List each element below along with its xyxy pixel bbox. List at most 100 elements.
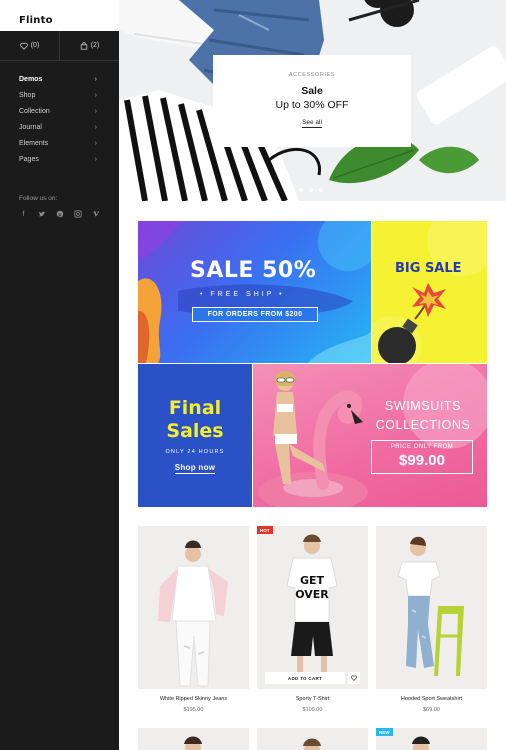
product-price: $69.00 bbox=[423, 707, 440, 713]
orders-pill: FOR ORDERS FROM $200 bbox=[192, 307, 318, 322]
chevron-right-icon: › bbox=[94, 155, 97, 163]
nav-label: Collection bbox=[19, 107, 50, 115]
hero-title: Sale bbox=[301, 85, 323, 97]
final-line-1: Final bbox=[168, 397, 222, 419]
instagram-icon[interactable] bbox=[73, 209, 82, 218]
hero-eyebrow: ACCESSORIES bbox=[288, 72, 336, 78]
sale-headline: SALE 50% bbox=[190, 258, 317, 283]
price-label: PRICE ONLY FROM bbox=[390, 444, 454, 450]
swim-line-1: SWIMSUITS bbox=[384, 399, 462, 413]
product-price: $195.00 bbox=[183, 707, 204, 713]
product-photo bbox=[257, 728, 368, 750]
bag-icon bbox=[80, 41, 87, 50]
nav-item-pages[interactable]: Pages › bbox=[0, 151, 119, 167]
logo-bar: Flinto bbox=[0, 0, 119, 31]
product-card[interactable]: Hooded Sport Sweatshirt $69.00 bbox=[376, 526, 487, 713]
wishlist-heart-button[interactable] bbox=[348, 672, 360, 684]
nav-item-elements[interactable]: Elements › bbox=[0, 135, 119, 151]
svg-text:p: p bbox=[58, 212, 61, 217]
slider-dot[interactable] bbox=[299, 188, 303, 192]
product-image[interactable] bbox=[138, 728, 249, 750]
new-badge: NEW bbox=[376, 728, 393, 736]
price-value: $99.00 bbox=[399, 452, 445, 469]
product-card[interactable]: NEW bbox=[376, 728, 487, 750]
see-all-link[interactable]: See all bbox=[302, 119, 322, 128]
product-name[interactable]: Hooded Sport Sweatshirt bbox=[376, 696, 487, 702]
nav-label: Journal bbox=[19, 123, 42, 131]
product-card[interactable]: GET OVER HOT ADD TO CART Sporty T-Shirt … bbox=[257, 526, 368, 713]
slider-dot[interactable] bbox=[319, 188, 323, 192]
nav-label: Shop bbox=[19, 91, 36, 99]
hero-slider: ACCESSORIES Sale Up to 30% OFF See all bbox=[119, 0, 506, 201]
hero-subtitle: Up to 30% OFF bbox=[275, 99, 349, 111]
product-card[interactable] bbox=[138, 728, 249, 750]
add-to-cart-button[interactable]: ADD TO CART bbox=[265, 672, 345, 684]
swim-line-2: COLLECTIONS bbox=[375, 417, 471, 432]
final-sales-title: Final Sales bbox=[138, 397, 252, 443]
product-image[interactable] bbox=[138, 526, 249, 689]
cart-bar: ADD TO CART bbox=[265, 672, 360, 684]
slider-dots bbox=[299, 188, 323, 192]
cart-button[interactable]: (2) bbox=[60, 31, 119, 60]
big-sale-banner[interactable]: BIG SALE bbox=[372, 221, 487, 363]
nav-item-demos[interactable]: Demos › bbox=[0, 71, 119, 87]
product-photo bbox=[138, 728, 249, 750]
chevron-right-icon: › bbox=[94, 123, 97, 131]
big-sale-headline: BIG SALE bbox=[395, 261, 462, 276]
nav-item-shop[interactable]: Shop › bbox=[0, 87, 119, 103]
product-photo bbox=[376, 728, 487, 750]
chevron-right-icon: › bbox=[94, 91, 97, 99]
svg-text:OVER: OVER bbox=[295, 588, 329, 601]
hours-text: ONLY 24 HOURS bbox=[165, 448, 225, 455]
final-line-2: Sales bbox=[166, 419, 224, 442]
product-name[interactable]: Sporty T-Shirt bbox=[257, 696, 368, 702]
shop-now-link[interactable]: Shop now bbox=[174, 463, 216, 474]
product-name[interactable]: White Ripped Skinny Jeans bbox=[138, 696, 249, 702]
vimeo-icon[interactable] bbox=[91, 209, 100, 218]
product-image[interactable] bbox=[376, 526, 487, 689]
main-nav: Demos › Shop › Collection › Journal › Elemen… bbox=[0, 61, 119, 167]
product-card[interactable]: White Ripped Skinny Jeans $195.00 bbox=[138, 526, 249, 713]
sidebar: Flinto (0) (2) Demos › Shop › Collection › … bbox=[0, 0, 119, 750]
free-ship-text: • FREE SHIP • bbox=[200, 291, 285, 298]
nav-item-journal[interactable]: Journal › bbox=[0, 119, 119, 135]
swimsuits-banner[interactable]: SWIMSUITS COLLECTIONS PRICE ONLY FROM $9… bbox=[253, 364, 487, 507]
heart-icon bbox=[351, 675, 357, 681]
product-image[interactable]: NEW bbox=[376, 728, 487, 750]
follow-label: Follow us on: bbox=[19, 195, 58, 202]
svg-text:GET: GET bbox=[300, 574, 325, 587]
wishlist-count: (0) bbox=[30, 42, 40, 49]
product-image[interactable] bbox=[257, 728, 368, 750]
logo[interactable]: Flinto bbox=[19, 15, 53, 26]
product-image[interactable]: GET OVER HOT ADD TO CART bbox=[257, 526, 368, 689]
heart-icon bbox=[19, 42, 28, 50]
twitter-icon[interactable] bbox=[37, 209, 46, 218]
pinterest-icon[interactable]: p bbox=[55, 209, 64, 218]
cart-count: (2) bbox=[90, 42, 100, 49]
nav-label: Pages bbox=[19, 155, 39, 163]
wishlist-button[interactable]: (0) bbox=[0, 31, 60, 60]
product-photo bbox=[138, 526, 249, 689]
swimsuits-title: SWIMSUITS COLLECTIONS bbox=[373, 397, 473, 435]
swimsuit-model-image bbox=[258, 364, 487, 507]
product-photo bbox=[376, 526, 487, 689]
product-card[interactable] bbox=[257, 728, 368, 750]
price-frame: PRICE ONLY FROM $99.00 bbox=[371, 440, 473, 474]
chevron-right-icon: › bbox=[94, 139, 97, 147]
social-links: f p bbox=[19, 209, 100, 218]
nav-label: Demos bbox=[19, 75, 43, 83]
nav-label: Elements bbox=[19, 139, 49, 147]
sale-banner[interactable]: SALE 50% • FREE SHIP • FOR ORDERS FROM $… bbox=[138, 221, 371, 363]
hero-card: ACCESSORIES Sale Up to 30% OFF See all bbox=[213, 55, 411, 147]
nav-item-collection[interactable]: Collection › bbox=[0, 103, 119, 119]
slider-dot[interactable] bbox=[309, 188, 313, 192]
product-price: $109.00 bbox=[302, 707, 323, 713]
final-sales-banner[interactable]: Final Sales ONLY 24 HOURS Shop now bbox=[138, 364, 252, 507]
product-photo: GET OVER bbox=[257, 526, 368, 689]
facebook-icon[interactable]: f bbox=[19, 209, 28, 218]
bomb-illustration bbox=[372, 221, 487, 363]
chevron-right-icon: › bbox=[94, 75, 97, 83]
header-icons: (0) (2) bbox=[0, 31, 119, 61]
hot-badge: HOT bbox=[257, 526, 273, 534]
chevron-right-icon: › bbox=[94, 107, 97, 115]
